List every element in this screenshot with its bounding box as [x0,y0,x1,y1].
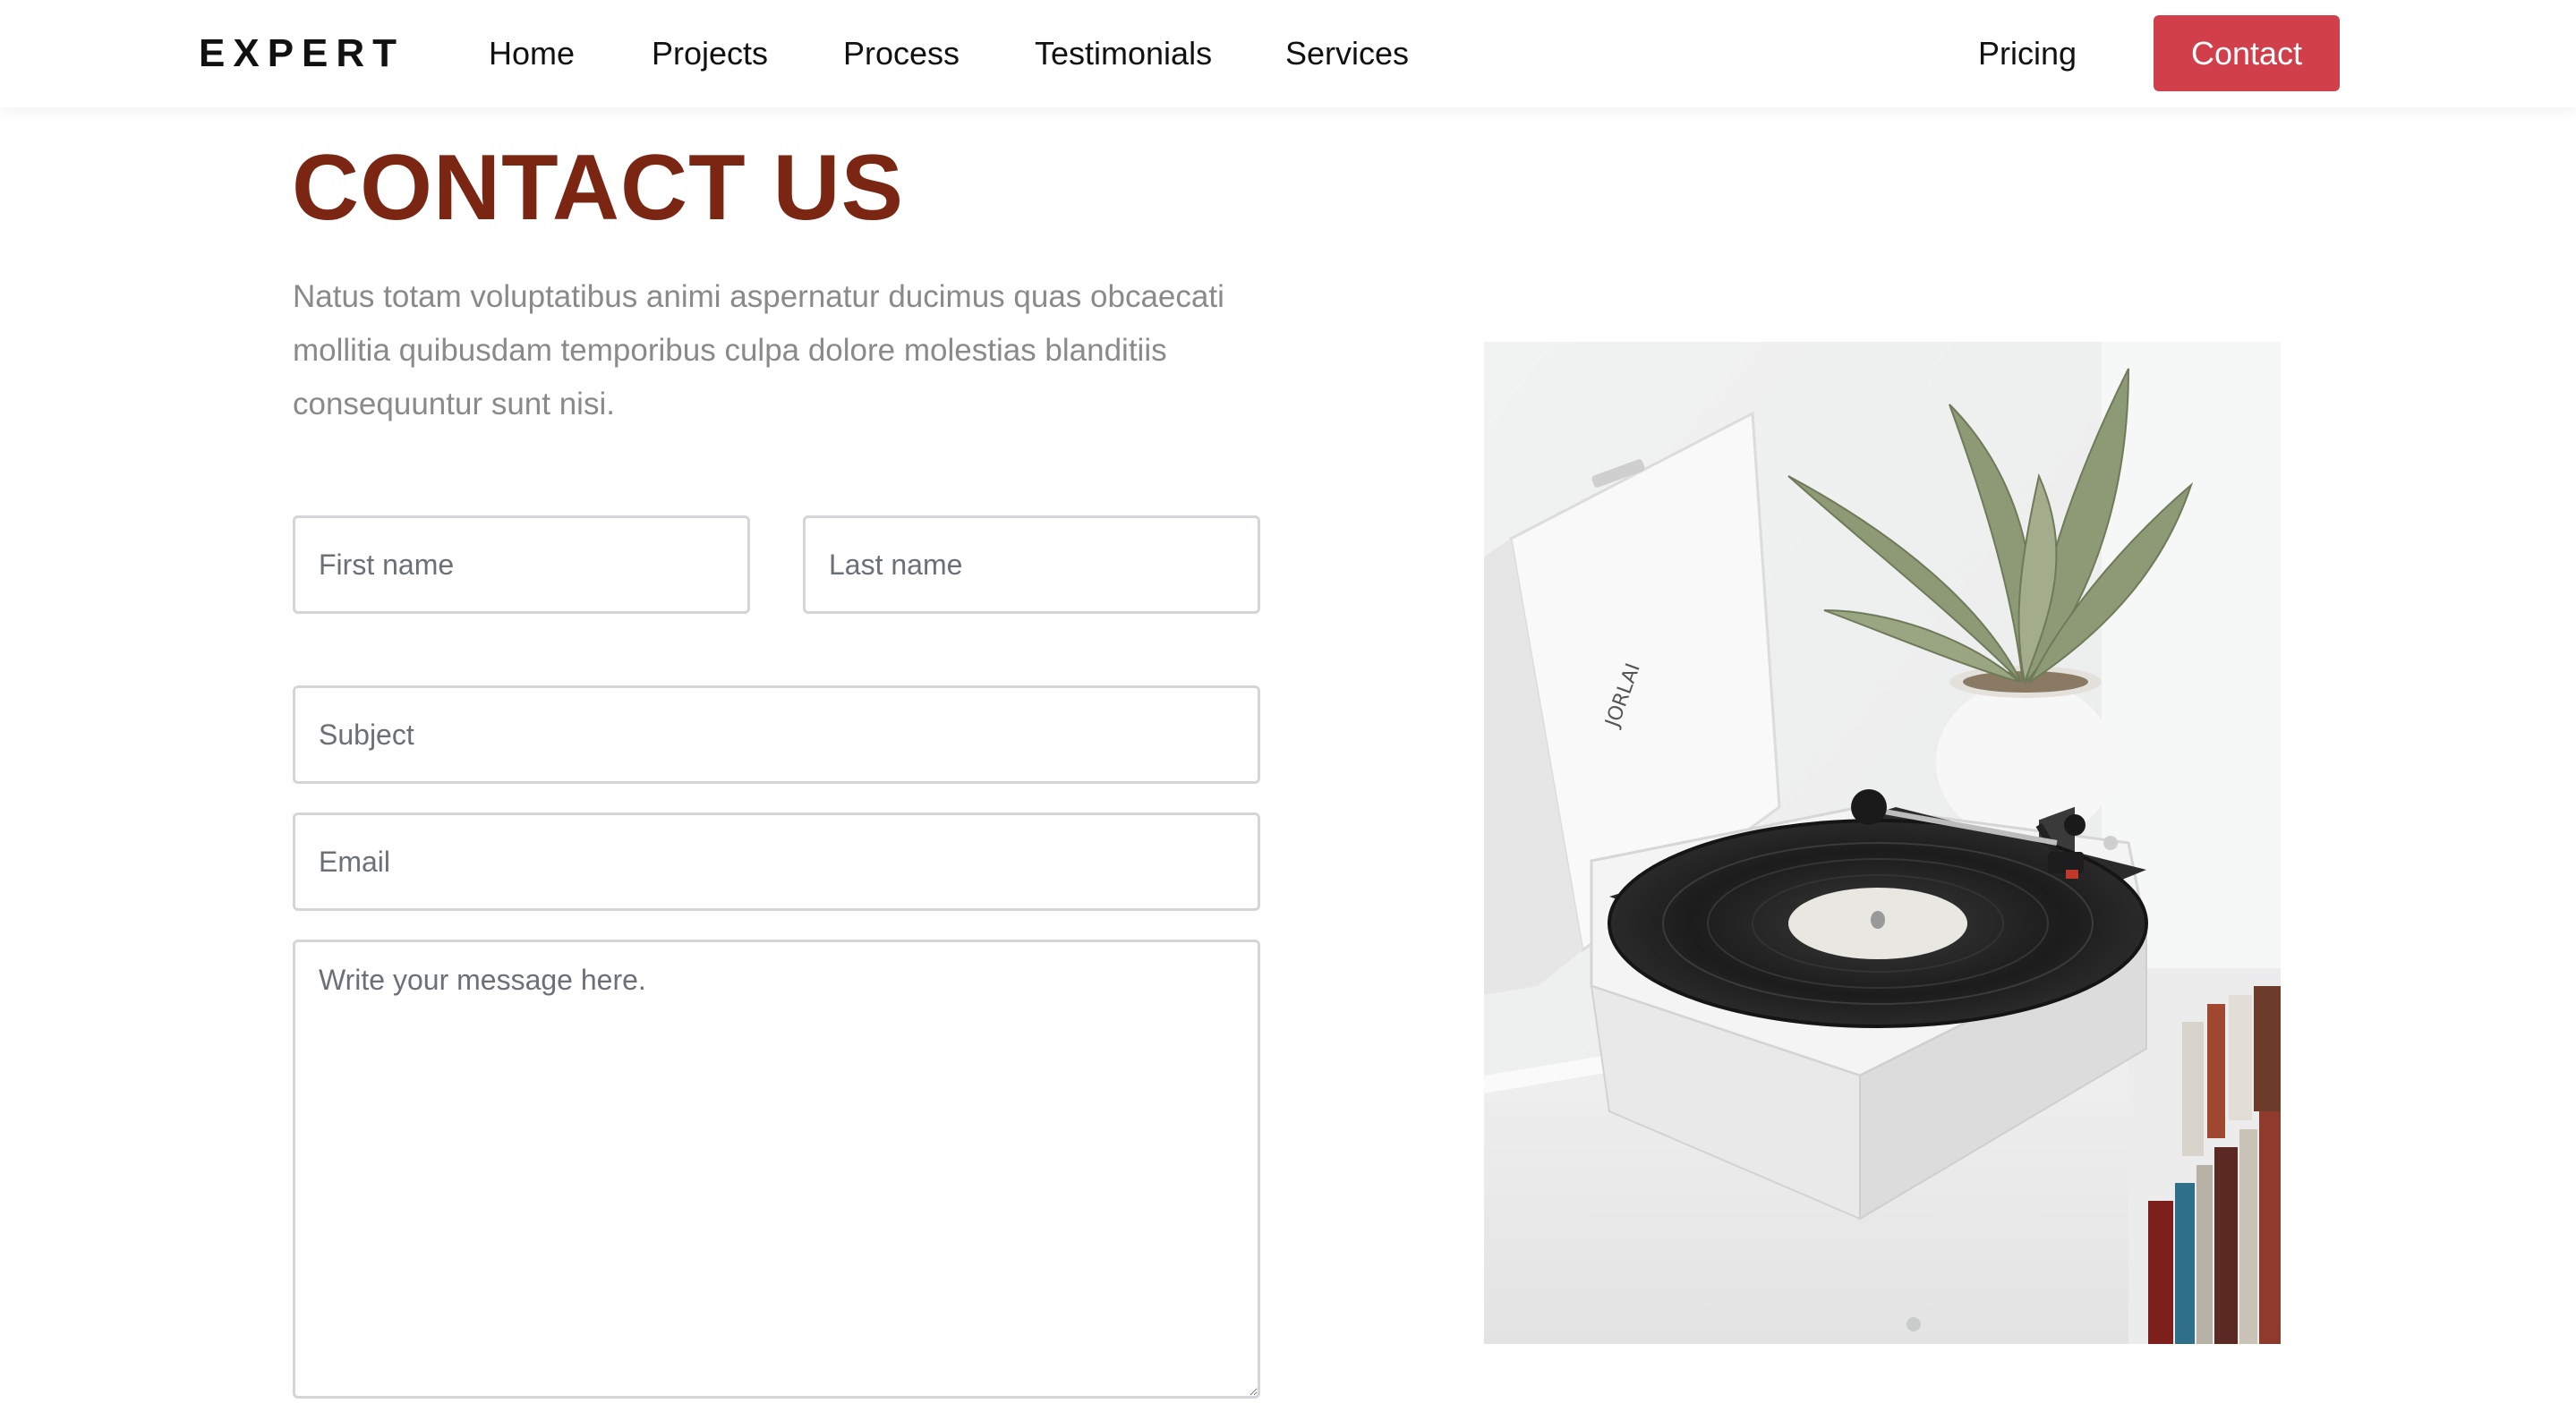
top-navbar: EXPERT Home Projects Process Testimonial… [0,0,2576,107]
nav-testimonials-link[interactable]: Testimonials [1035,34,1212,73]
brand-logo[interactable]: EXPERT [199,30,405,77]
nav-services-link[interactable]: Services [1285,34,1409,73]
nav-home-link[interactable]: Home [489,34,575,73]
contact-button[interactable]: Contact [2154,15,2340,91]
last-name-input[interactable] [803,515,1260,614]
subject-input[interactable] [293,685,1260,784]
nav-projects-link[interactable]: Projects [652,34,768,73]
nav-pricing-link[interactable]: Pricing [1978,34,2077,73]
page-title: CONTACT US [292,136,905,240]
intro-paragraph: Natus totam voluptatibus animi aspernatu… [293,279,1224,421]
first-name-input[interactable] [293,515,750,614]
nav-process-link[interactable]: Process [843,34,960,73]
message-textarea[interactable] [293,940,1260,1399]
record-player-photo: JORLAI [1484,342,2281,1344]
email-input[interactable] [293,812,1260,911]
